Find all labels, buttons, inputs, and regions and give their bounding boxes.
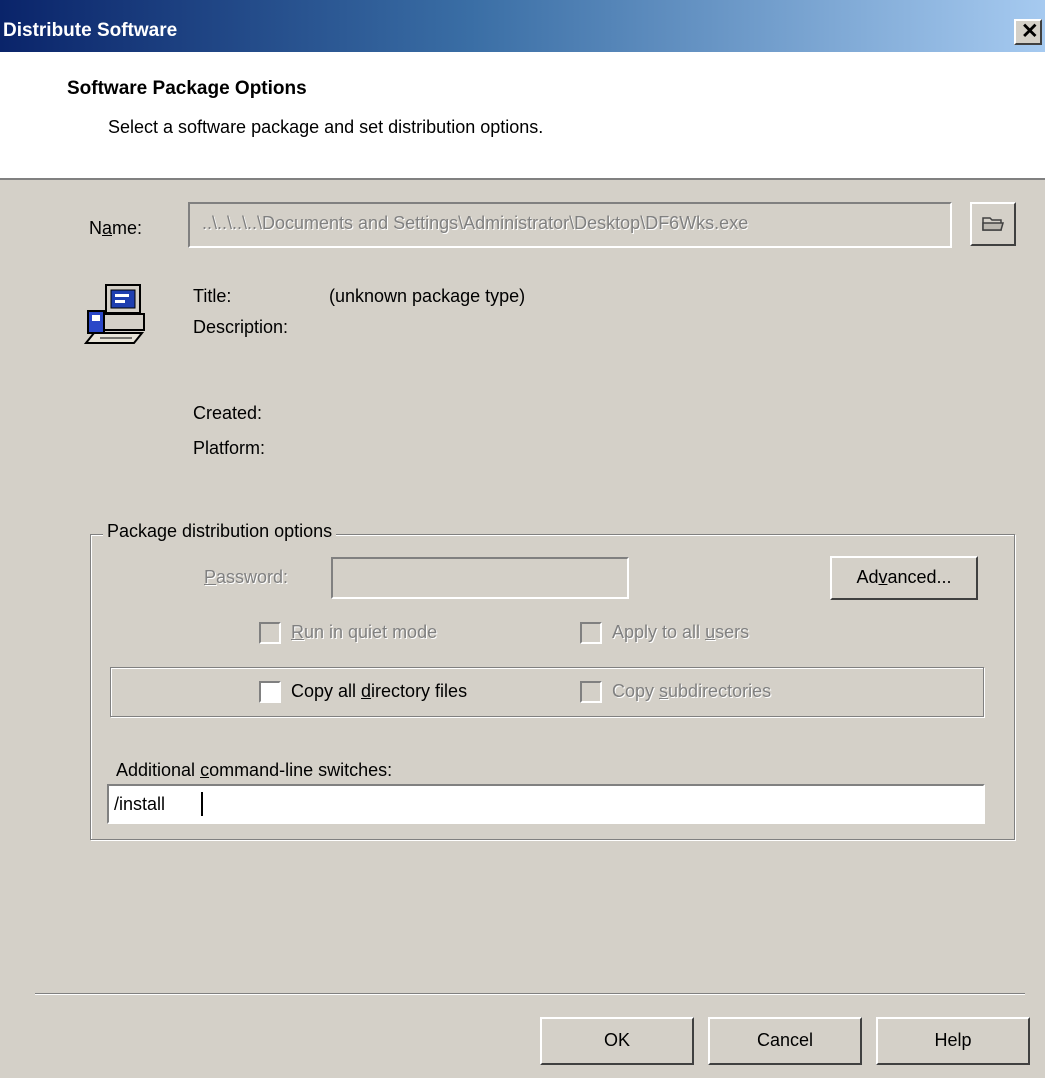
copy-directory-files-checkbox[interactable]	[259, 681, 281, 703]
ok-button[interactable]: OK	[540, 1017, 694, 1065]
copy-subdirectories-checkbox[interactable]	[580, 681, 602, 703]
quiet-mode-label: Run in quiet mode	[291, 622, 438, 642]
advanced-button[interactable]: Advanced...	[830, 556, 978, 600]
password-label: Password:	[204, 567, 289, 587]
window-title: Distribute Software	[3, 20, 178, 41]
close-button[interactable]: ✕	[1014, 19, 1042, 45]
computer-package-icon	[84, 284, 145, 344]
name-field[interactable]: ..\..\..\..\Documents and Settings\Admin…	[188, 202, 952, 248]
footer-separator	[35, 993, 1025, 995]
password-input[interactable]	[331, 557, 629, 599]
copy-directory-files-label: Copy all directory files	[291, 681, 468, 701]
title-value: (unknown package type)	[329, 286, 526, 306]
title-label: Title:	[193, 286, 232, 306]
folder-icon	[982, 217, 1004, 231]
group-label: Package distribution options	[103, 521, 337, 542]
command-line-switches-input[interactable]: /install	[107, 784, 985, 824]
name-field-value: ..\..\..\..\Documents and Settings\Admin…	[202, 213, 749, 233]
close-icon: ✕	[1021, 20, 1039, 43]
cancel-button[interactable]: Cancel	[708, 1017, 862, 1065]
distribute-software-dialog: Distribute Software ✕ Software Package O…	[0, 0, 1045, 1078]
title-bar[interactable]: Distribute Software ✕	[0, 0, 1045, 52]
switches-label: Additional command-line switches:	[116, 760, 393, 780]
quiet-mode-checkbox[interactable]	[259, 622, 281, 644]
description-label: Description:	[193, 317, 289, 337]
apply-all-users-checkbox[interactable]	[580, 622, 602, 644]
copy-subdirectories-label: Copy subdirectories	[612, 681, 772, 701]
switches-value: /install	[114, 794, 166, 814]
copy-options-frame	[110, 667, 984, 717]
text-cursor	[201, 792, 203, 816]
platform-label: Platform:	[193, 438, 266, 458]
name-label: Name:	[89, 218, 143, 238]
browse-button[interactable]	[970, 202, 1016, 246]
wizard-header: Software Package Options Select a softwa…	[0, 52, 1045, 180]
apply-all-users-label: Apply to all users	[612, 622, 750, 642]
created-label: Created:	[193, 403, 263, 423]
page-subtitle: Select a software package and set distri…	[108, 117, 544, 137]
help-button[interactable]: Help	[876, 1017, 1030, 1065]
page-title: Software Package Options	[67, 78, 307, 99]
